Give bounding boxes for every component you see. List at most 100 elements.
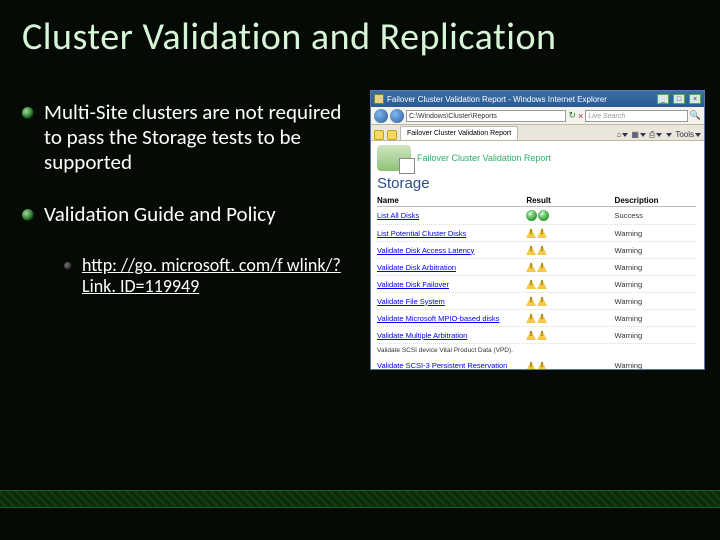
bullet-icon [22, 209, 34, 221]
warning-icon [526, 296, 536, 306]
warning-icon [537, 279, 547, 289]
test-link[interactable]: Validate File System [377, 297, 526, 306]
test-link[interactable]: Validate Multiple Arbitration [377, 331, 526, 340]
add-favorites-icon[interactable] [387, 130, 397, 140]
result-desc: Warning [615, 246, 696, 255]
page-menu[interactable] [665, 130, 672, 140]
address-input[interactable]: C:\Windows\Cluster\Reports [406, 110, 566, 122]
bullet-2: Validation Guide and Policy [22, 202, 362, 227]
table-row: List All Disks Success [377, 207, 696, 225]
report-icon [377, 145, 411, 171]
browser-tab[interactable]: Failover Cluster Validation Report [400, 126, 518, 140]
print-icon[interactable]: ⎙ [649, 130, 662, 140]
test-link[interactable]: List All Disks [377, 211, 526, 220]
warning-icon [537, 330, 547, 340]
result-icons [526, 228, 614, 238]
result-desc: Warning [615, 280, 696, 289]
sub-bullet: http: //go. microsoft. com/f wlink/? Lin… [64, 255, 362, 296]
column-headers: Name Result Description [377, 196, 696, 207]
warning-icon [526, 361, 536, 369]
table-row: List Potential Cluster Disks Warning [377, 225, 696, 242]
home-icon[interactable]: ⌂ [617, 130, 629, 140]
maximize-button[interactable]: □ [673, 94, 685, 104]
warning-icon [537, 361, 547, 369]
slide-body: Multi-Site clusters are not required to … [22, 100, 362, 296]
close-button[interactable]: × [689, 94, 701, 104]
bullet-icon [22, 107, 34, 119]
bullet-2-text: Validation Guide and Policy [44, 202, 276, 227]
report-rows: List All Disks Success List Potential Clus… [377, 207, 696, 369]
warning-icon [526, 262, 536, 272]
refresh-icon[interactable]: ↻ [568, 110, 576, 121]
ie-window: Failover Cluster Validation Report - Win… [370, 90, 705, 370]
warning-icon [526, 228, 536, 238]
warning-icon [526, 279, 536, 289]
warning-icon [526, 330, 536, 340]
test-link[interactable]: Validate Disk Failover [377, 280, 526, 289]
test-link[interactable]: Validate SCSI-3 Persistent Reservation [377, 361, 526, 369]
back-button[interactable] [374, 109, 388, 123]
table-row: Validate Microsoft MPIO-based disks Warni… [377, 310, 696, 327]
report-header: Failover Cluster Validation Report [377, 145, 696, 171]
table-row: Validate File System Warning [377, 293, 696, 310]
table-row: Validate SCSI-3 Persistent Reservation Wa… [377, 358, 696, 369]
table-row: Validate Disk Failover Warning [377, 276, 696, 293]
result-icons [526, 245, 614, 255]
stop-icon[interactable]: × [578, 111, 583, 121]
warning-icon [537, 296, 547, 306]
app-icon [374, 94, 384, 104]
col-desc: Description [615, 196, 696, 205]
result-icons [526, 279, 614, 289]
inline-note: Validate SCSI device Vital Product Data … [377, 344, 696, 358]
result-icons [526, 262, 614, 272]
result-icons [526, 361, 614, 369]
toolbar-right: ⌂ ▦ ⎙ Tools [617, 130, 702, 140]
warning-icon [526, 245, 536, 255]
result-desc: Warning [615, 361, 696, 369]
test-link[interactable]: Validate Microsoft MPIO-based disks [377, 314, 526, 323]
warning-icon [537, 245, 547, 255]
report-page: Failover Cluster Validation Report Stora… [371, 141, 704, 369]
success-icon [526, 210, 537, 221]
warning-icon [537, 262, 547, 272]
success-icon [538, 210, 549, 221]
result-desc: Warning [615, 297, 696, 306]
address-bar-row: C:\Windows\Cluster\Reports ↻ × Live Sear… [371, 107, 704, 125]
result-desc: Success [615, 211, 696, 220]
slide: Cluster Validation and Replication Multi… [0, 0, 720, 540]
table-row: Validate Disk Access Latency Warning [377, 242, 696, 259]
result-icons [526, 296, 614, 306]
col-result: Result [526, 196, 614, 205]
search-icon[interactable]: 🔍 [690, 110, 701, 121]
window-titlebar: Failover Cluster Validation Report - Win… [371, 91, 704, 107]
search-input[interactable]: Live Search [585, 110, 688, 122]
result-desc: Warning [615, 331, 696, 340]
test-link[interactable]: List Potential Cluster Disks [377, 229, 526, 238]
result-desc: Warning [615, 229, 696, 238]
test-link[interactable]: Validate Disk Arbitration [377, 263, 526, 272]
col-name: Name [377, 196, 526, 205]
bullet-1: Multi-Site clusters are not required to … [22, 100, 362, 174]
feeds-icon[interactable]: ▦ [631, 130, 646, 140]
bullet-icon [64, 262, 72, 270]
minimize-button[interactable]: _ [657, 94, 669, 104]
window-title: Failover Cluster Validation Report - Win… [387, 95, 653, 104]
test-link[interactable]: Validate Disk Access Latency [377, 246, 526, 255]
favorites-icon[interactable] [374, 130, 384, 140]
result-icons [526, 210, 614, 221]
result-desc: Warning [615, 314, 696, 323]
table-row: Validate Multiple Arbitration Warning [377, 327, 696, 344]
decorative-band [0, 490, 720, 508]
result-desc: Warning [615, 263, 696, 272]
report-title: Failover Cluster Validation Report [417, 153, 551, 163]
table-row: Validate Disk Arbitration Warning [377, 259, 696, 276]
warning-icon [537, 228, 547, 238]
report-section: Storage [377, 175, 696, 192]
warning-icon [537, 313, 547, 323]
warning-icon [526, 313, 536, 323]
tab-bar: Failover Cluster Validation Report ⌂ ▦ ⎙… [371, 125, 704, 141]
tools-menu[interactable]: Tools [675, 130, 701, 140]
result-icons [526, 313, 614, 323]
forward-button[interactable] [390, 109, 404, 123]
validation-guide-link[interactable]: http: //go. microsoft. com/f wlink/? Lin… [82, 255, 362, 296]
